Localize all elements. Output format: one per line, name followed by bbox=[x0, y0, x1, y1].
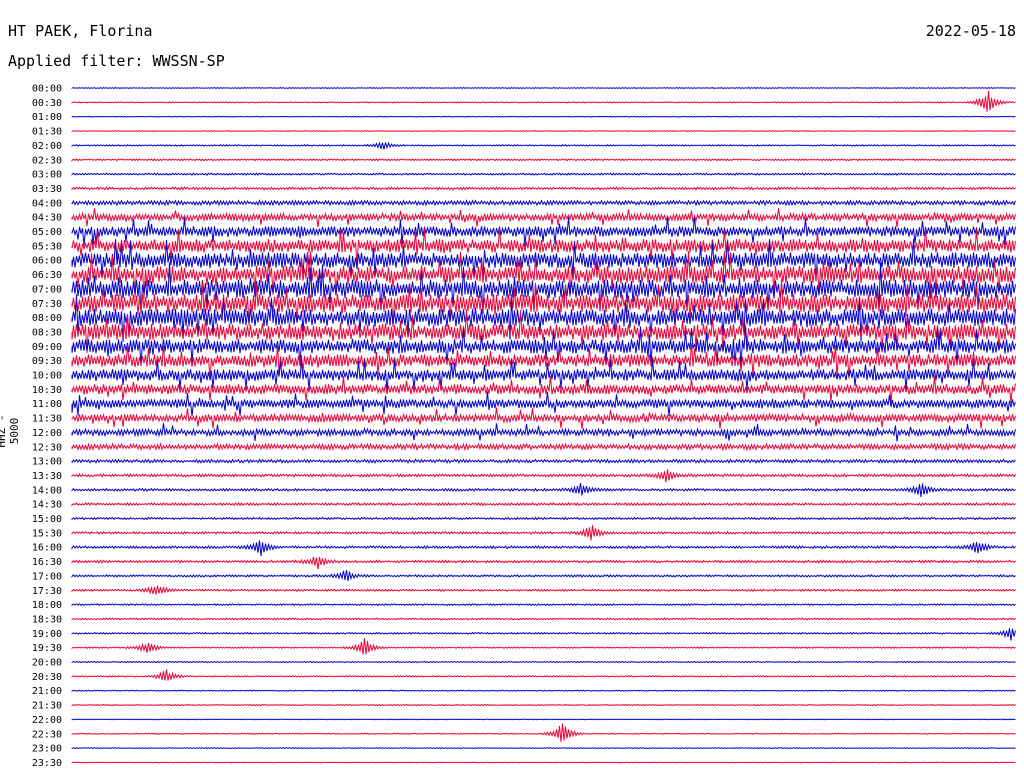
time-tick-label: 07:30 bbox=[32, 299, 62, 310]
time-tick-label: 00:00 bbox=[32, 84, 62, 95]
time-tick-label: 15:00 bbox=[32, 514, 62, 525]
time-tick-label: 19:00 bbox=[32, 629, 62, 640]
time-tick-label: 23:30 bbox=[32, 758, 62, 769]
time-tick-label: 06:00 bbox=[32, 256, 62, 267]
trace-line bbox=[71, 186, 1016, 191]
trace-line bbox=[71, 747, 1016, 750]
time-tick-label: 13:00 bbox=[32, 457, 62, 468]
time-tick-label: 11:30 bbox=[32, 414, 62, 425]
trace-line bbox=[71, 603, 1016, 607]
trace-line bbox=[71, 199, 1016, 207]
trace-line bbox=[71, 703, 1016, 707]
trace-line bbox=[71, 525, 1016, 541]
trace-line bbox=[71, 130, 1016, 133]
trace-line bbox=[71, 501, 1016, 507]
trace-line bbox=[71, 442, 1016, 452]
trace-line bbox=[71, 407, 1016, 429]
time-tick-label: 03:00 bbox=[32, 170, 62, 181]
time-tick-label: 19:30 bbox=[32, 643, 62, 654]
time-tick-label: 12:30 bbox=[32, 442, 62, 453]
time-tick-label: 14:00 bbox=[32, 485, 62, 496]
trace-line bbox=[71, 172, 1016, 176]
time-tick-label: 09:00 bbox=[32, 342, 62, 353]
time-tick-label: 08:30 bbox=[32, 327, 62, 338]
time-tick-label: 17:30 bbox=[32, 586, 62, 597]
trace-line bbox=[71, 556, 1016, 570]
time-tick-label: 05:00 bbox=[32, 227, 62, 238]
trace-line bbox=[71, 638, 1016, 655]
trace-line bbox=[71, 540, 1016, 557]
time-tick-label: 00:30 bbox=[32, 98, 62, 109]
trace-line bbox=[71, 208, 1016, 228]
trace-line bbox=[71, 723, 1016, 742]
time-tick-label: 17:00 bbox=[32, 571, 62, 582]
time-tick-label: 03:30 bbox=[32, 184, 62, 195]
trace-line bbox=[71, 617, 1016, 621]
time-tick-label: 22:30 bbox=[32, 729, 62, 740]
trace-line bbox=[71, 391, 1016, 417]
time-tick-label: 05:30 bbox=[32, 241, 62, 252]
trace-line bbox=[71, 483, 1016, 497]
time-tick-label: 21:30 bbox=[32, 701, 62, 712]
time-tick-label: 18:30 bbox=[32, 614, 62, 625]
trace-line bbox=[71, 458, 1016, 464]
trace-line bbox=[71, 469, 1016, 483]
time-tick-label: 23:00 bbox=[32, 744, 62, 755]
time-tick-label: 15:30 bbox=[32, 528, 62, 539]
trace-line bbox=[71, 158, 1016, 162]
trace-line bbox=[71, 761, 1016, 764]
time-tick-label: 11:00 bbox=[32, 399, 62, 410]
trace-line bbox=[71, 628, 1016, 641]
trace-line bbox=[71, 689, 1016, 692]
seismogram-plot: 00:00 00:30 01:00 01:30 02:00 02:30 03:00 03:30… bbox=[32, 84, 1016, 769]
trace-line bbox=[71, 115, 1016, 118]
trace-line bbox=[71, 570, 1016, 581]
time-tick-label: 12:00 bbox=[32, 428, 62, 439]
time-tick-label: 14:30 bbox=[32, 500, 62, 511]
trace-line bbox=[71, 585, 1016, 595]
time-tick-label: 20:30 bbox=[32, 672, 62, 683]
time-tick-label: 02:00 bbox=[32, 141, 62, 152]
time-tick-label: 10:00 bbox=[32, 371, 62, 382]
time-tick-label: 18:00 bbox=[32, 600, 62, 611]
time-tick-label: 16:00 bbox=[32, 543, 62, 554]
time-tick-label: 04:00 bbox=[32, 198, 62, 209]
trace-line bbox=[71, 718, 1016, 721]
trace-line bbox=[71, 669, 1016, 681]
trace-line bbox=[71, 516, 1016, 521]
time-tick-label: 04:30 bbox=[32, 213, 62, 224]
trace-line bbox=[71, 141, 1016, 150]
time-tick-label: 22:00 bbox=[32, 715, 62, 726]
time-tick-label: 13:30 bbox=[32, 471, 62, 482]
time-tick-label: 20:00 bbox=[32, 658, 62, 669]
time-tick-label: 07:00 bbox=[32, 284, 62, 295]
trace-line bbox=[71, 90, 1016, 112]
trace-line bbox=[71, 87, 1016, 89]
time-tick-label: 09:30 bbox=[32, 356, 62, 367]
time-tick-label: 08:00 bbox=[32, 313, 62, 324]
trace-line bbox=[71, 660, 1016, 664]
time-tick-label: 10:30 bbox=[32, 385, 62, 396]
time-tick-label: 06:30 bbox=[32, 270, 62, 281]
time-tick-label: 16:30 bbox=[32, 557, 62, 568]
time-tick-label: 21:00 bbox=[32, 686, 62, 697]
time-tick-label: 01:00 bbox=[32, 112, 62, 123]
time-tick-label: 01:30 bbox=[32, 127, 62, 138]
time-tick-label: 02:30 bbox=[32, 155, 62, 166]
